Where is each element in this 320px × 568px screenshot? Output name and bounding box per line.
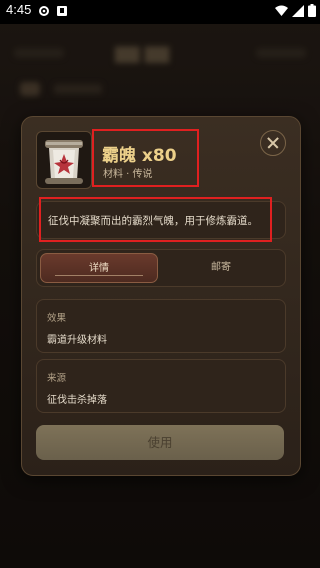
item-icon-frame <box>36 131 92 189</box>
effect-value: 霸道升级材料 <box>47 335 107 346</box>
notification-icon <box>57 6 67 16</box>
status-time: 4:45 <box>6 2 32 17</box>
settings-icon <box>39 6 49 16</box>
battery-icon <box>308 4 316 17</box>
use-button[interactable]: 使用 <box>36 425 284 460</box>
tab-mail[interactable]: 邮寄 <box>161 253 281 283</box>
tab-details[interactable]: 详情 <box>40 253 158 283</box>
item-description: 征伐中凝聚而出的霸烈气魄，用于修炼霸道。 <box>48 215 258 227</box>
tab-details-label: 详情 <box>89 263 109 274</box>
source-value: 征伐击杀掉落 <box>47 395 107 406</box>
active-tab-underline <box>55 275 143 276</box>
item-name: 霸魄 x80 <box>102 146 177 166</box>
item-category: 材料 · 传说 <box>103 169 153 180</box>
wifi-icon <box>275 5 288 16</box>
close-button[interactable] <box>260 130 286 156</box>
signal-icon <box>292 4 304 17</box>
tab-bar: 详情 邮寄 <box>36 249 286 287</box>
source-section: 来源 征伐击杀掉落 <box>36 359 286 413</box>
scroll-icon <box>45 140 83 184</box>
status-bar: 4:45 <box>0 0 320 24</box>
effect-section: 效果 霸道升级材料 <box>36 299 286 353</box>
tab-mail-label: 邮寄 <box>211 262 231 273</box>
source-label: 来源 <box>47 373 67 384</box>
item-detail-modal: 霸魄 x80 材料 · 传说 征伐中凝聚而出的霸烈气魄，用于修炼霸道。 详情 邮… <box>21 116 301 476</box>
effect-label: 效果 <box>47 313 67 324</box>
